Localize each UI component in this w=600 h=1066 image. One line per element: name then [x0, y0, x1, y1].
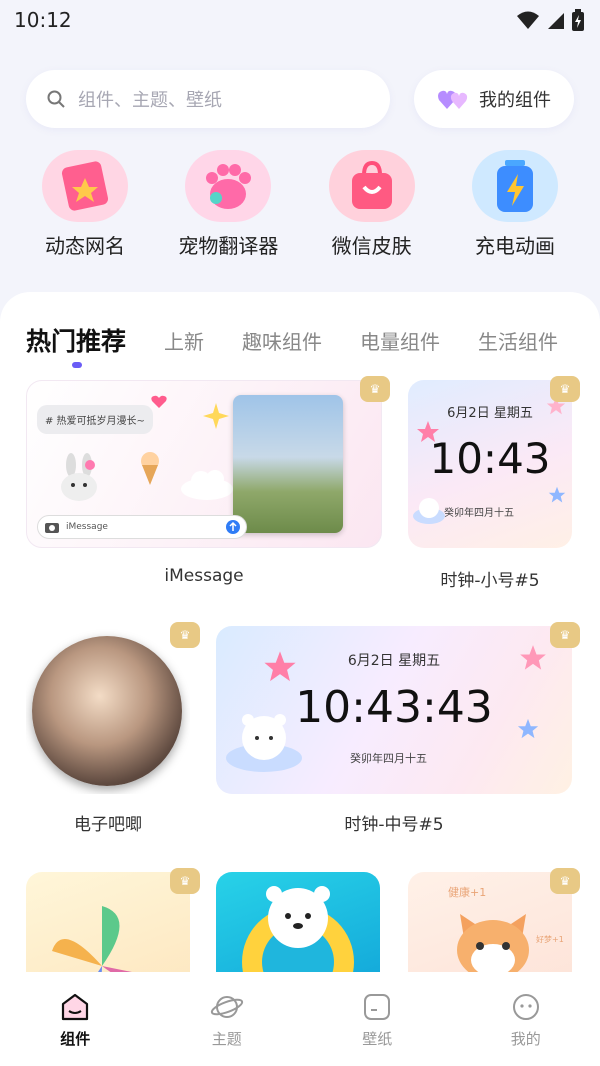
star-icon — [548, 486, 566, 503]
bunny-icon — [61, 453, 97, 501]
star-icon — [517, 718, 539, 739]
clock-small-lunar: 癸卯年四月十五 — [444, 508, 514, 519]
ice-cream-icon — [141, 452, 159, 485]
pinwheel-widget-card[interactable] — [26, 872, 190, 972]
profile-face-icon — [512, 994, 539, 1020]
pinwheel-icon — [52, 906, 132, 972]
search-icon — [47, 90, 65, 108]
signal-icon — [548, 13, 564, 29]
content-panel: 热门推荐 上新 趣味组件 电量组件 生活组件 # 热爱可抵岁月漫长~ iMess… — [0, 292, 600, 972]
imessage-input: iMessage — [37, 515, 247, 539]
crown-icon: ♛ — [360, 376, 390, 402]
clock-medium-caption: 时钟-中号#5 — [344, 815, 444, 835]
planet-icon — [210, 996, 243, 1018]
tabbar-item-themes[interactable]: 主题 — [210, 992, 244, 1049]
cat-card-subtext: 好梦+1 — [536, 935, 564, 944]
crown-icon: ♛ — [170, 622, 200, 648]
clock-small-caption: 时钟-小号#5 — [440, 571, 540, 591]
battery-charge-icon — [496, 160, 533, 212]
tabbar-item-widgets[interactable]: 组件 — [59, 992, 91, 1049]
tab-battery-widgets[interactable]: 电量组件 — [360, 322, 440, 358]
imessage-widget-card[interactable]: # 热爱可抵岁月漫长~ iMessage — [26, 380, 382, 548]
status-bar: 10:12 — [0, 0, 600, 40]
wallpaper-icon — [364, 994, 391, 1020]
search-placeholder: 组件、主题、壁纸 — [78, 90, 222, 111]
cat-widget-card[interactable]: 健康+1 好梦+1 — [408, 872, 572, 972]
tab-hot[interactable]: 热门推荐 — [26, 322, 126, 368]
shopping-bag-icon — [351, 160, 392, 209]
avatar-caption: 电子吧唧 — [74, 815, 142, 835]
star-icon — [520, 645, 546, 670]
heart-icon — [151, 395, 167, 408]
tab-life-widgets[interactable]: 生活组件 — [478, 322, 558, 358]
clock-medium-lunar: 癸卯年四月十五 — [350, 752, 427, 765]
crown-icon: ♛ — [550, 622, 580, 648]
star-icon — [417, 421, 439, 442]
hearts-icon — [438, 90, 468, 109]
crown-icon: ♛ — [170, 868, 200, 894]
imessage-caption: iMessage — [164, 566, 244, 586]
camera-icon — [45, 523, 59, 533]
tab-new[interactable]: 上新 — [164, 322, 204, 358]
bear-icon — [226, 714, 302, 772]
tab-fun-widgets[interactable]: 趣味组件 — [242, 322, 322, 358]
crown-icon: ♛ — [550, 376, 580, 402]
crown-icon: ♛ — [550, 868, 580, 894]
bottom-tab-bar: 组件 主题 壁纸 我的 — [0, 972, 600, 1066]
bear-icon — [413, 498, 445, 524]
widget-home-icon — [62, 993, 89, 1021]
avatar — [32, 636, 182, 786]
paw-icon — [206, 164, 252, 209]
photo-stack — [233, 395, 343, 533]
shortcut-charging-animation[interactable]: 充电动画 — [450, 150, 580, 259]
search-input[interactable]: 组件、主题、壁纸 — [26, 70, 390, 128]
sparkle-icon — [203, 403, 229, 429]
cloud-icon — [181, 470, 233, 500]
battery-icon — [572, 9, 584, 31]
shortcut-wechat-skin[interactable]: 微信皮肤 — [307, 150, 437, 259]
polar-bear-icon — [242, 886, 354, 972]
star-card-icon — [61, 161, 109, 211]
imessage-bubble: # 热爱可抵岁月漫长~ — [37, 405, 153, 434]
wifi-icon — [517, 11, 539, 29]
my-widgets-button[interactable]: 我的组件 — [414, 70, 574, 128]
polar-bear-widget-card[interactable] — [216, 872, 380, 972]
shortcut-pet-translator[interactable]: 宠物翻译器 — [163, 150, 293, 259]
status-time: 10:12 — [14, 8, 72, 32]
tabbar-item-wallpapers[interactable]: 壁纸 — [362, 992, 392, 1049]
shortcut-row: 动态网名 宠物翻译器 微信皮肤 充电动画 — [20, 150, 580, 259]
clock-small-card[interactable]: 6月2日 星期五 10:43 癸卯年四月十五 — [408, 380, 572, 548]
avatar-badge-card[interactable] — [26, 626, 190, 794]
send-icon — [226, 520, 240, 534]
my-widgets-label: 我的组件 — [479, 90, 551, 111]
star-icon — [264, 651, 296, 682]
cat-icon — [457, 914, 529, 972]
category-tabs: 热门推荐 上新 趣味组件 电量组件 生活组件 — [26, 322, 558, 368]
tabbar-item-profile[interactable]: 我的 — [511, 992, 541, 1049]
cat-card-badge: 健康+1 — [448, 886, 487, 899]
shortcut-dynamic-nickname[interactable]: 动态网名 — [20, 150, 150, 259]
clock-medium-card[interactable]: 6月2日 星期五 10:43:43 癸卯年四月十五 — [216, 626, 572, 794]
